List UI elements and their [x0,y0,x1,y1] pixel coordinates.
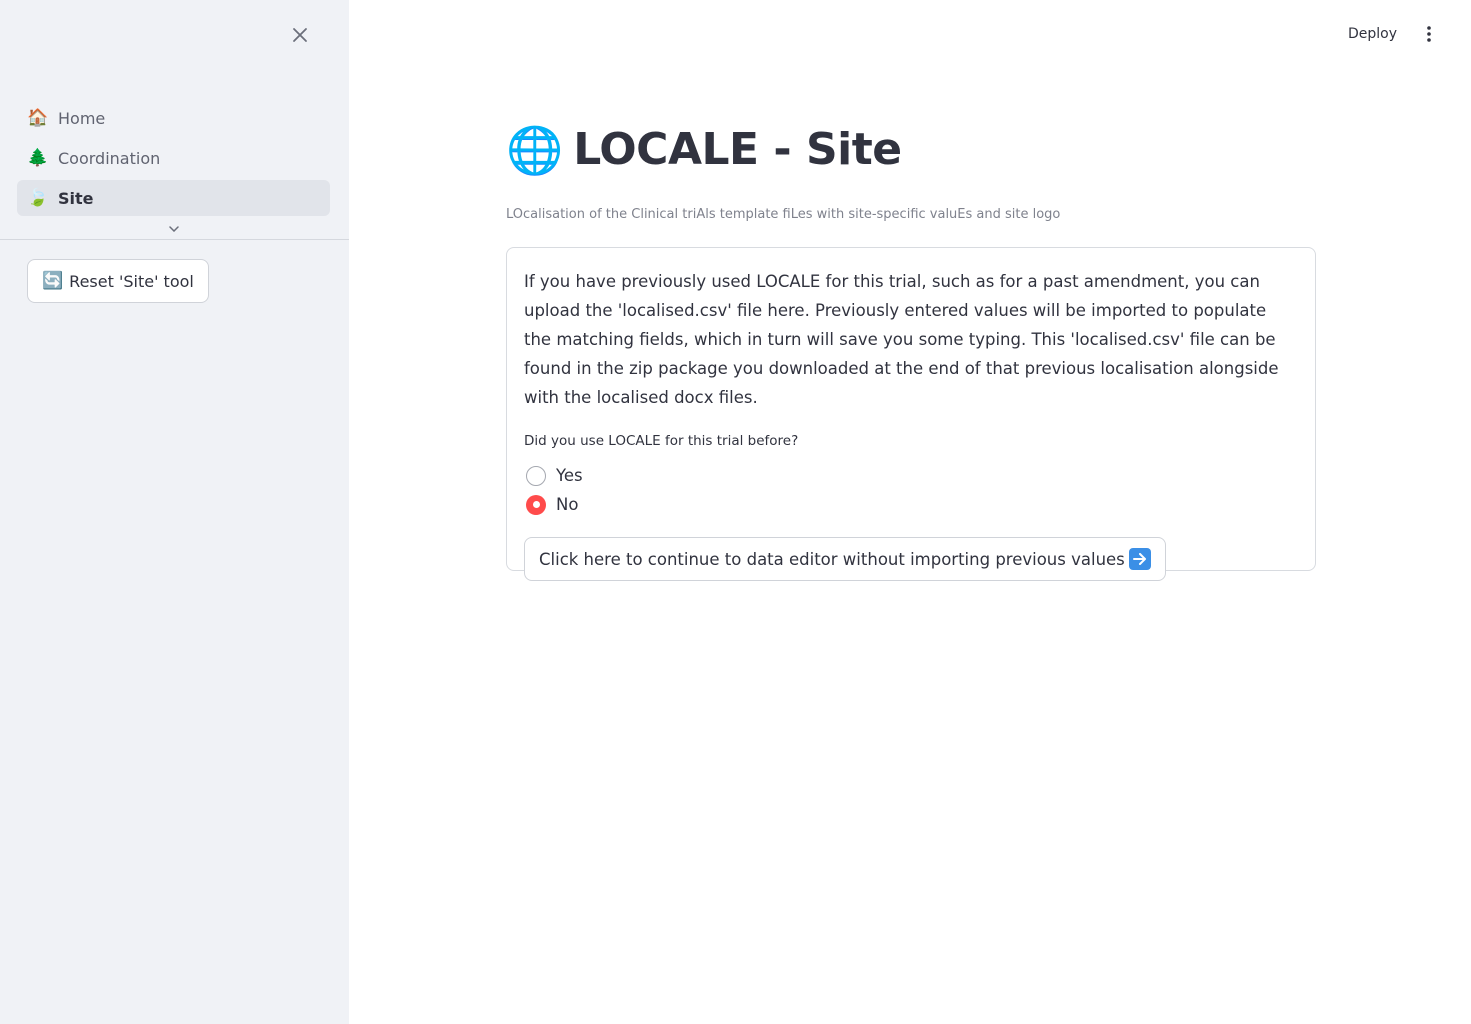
refresh-icon: 🔄 [42,271,64,291]
sidebar: 🏠 Home 🌲 Coordination 🍃 Site 🔄 Reset 'Si… [0,0,349,1024]
app-root: 🏠 Home 🌲 Coordination 🍃 Site 🔄 Reset 'Si… [0,0,1471,1024]
globe-icon: 🌐 [506,122,564,177]
radio-option-label: Yes [556,466,583,485]
leaf-icon: 🍃 [27,188,49,208]
sidebar-item-label: Site [58,188,94,208]
sidebar-nav: 🏠 Home 🌲 Coordination 🍃 Site [17,100,330,220]
page-title-row: 🌐 LOCALE - Site [506,124,902,175]
radio-option-no[interactable]: No [524,490,1298,519]
deploy-label: Deploy [1348,26,1398,42]
sidebar-item-coordination[interactable]: 🌲 Coordination [17,140,330,176]
sidebar-item-label: Home [58,108,106,128]
nav-expand-button[interactable] [166,222,182,236]
close-sidebar-button[interactable] [286,21,314,49]
intro-text: If you have previously used LOCALE for t… [524,272,1279,407]
kebab-menu-icon [1427,26,1431,42]
radio-checked-icon [526,494,546,515]
radio-question: Did you use LOCALE for this trial before… [524,433,799,449]
tree-icon: 🌲 [27,148,49,168]
sidebar-item-home[interactable]: 🏠 Home [17,100,330,136]
continue-without-import-button[interactable]: Click here to continue to data editor wi… [524,537,1166,581]
reset-button-label: Reset 'Site' tool [69,271,194,291]
deploy-button[interactable]: Deploy [1334,20,1411,48]
continue-button-label: Click here to continue to data editor wi… [539,549,1125,569]
radio-unchecked-icon [526,465,546,486]
house-icon: 🏠 [27,108,49,128]
sidebar-divider [0,239,349,240]
chevron-down-icon [169,226,179,232]
radio-option-yes[interactable]: Yes [524,461,1298,490]
radio-option-label: No [556,495,579,514]
arrow-right-icon [1128,548,1151,570]
page-caption: LOcalisation of the Clinical triAls temp… [506,207,1061,222]
reset-site-tool-button[interactable]: 🔄 Reset 'Site' tool [27,259,209,303]
import-card: If you have previously used LOCALE for t… [506,247,1316,581]
close-icon [293,28,307,42]
used-before-radio-group: Yes No [524,461,1298,519]
page-title: LOCALE - Site [573,124,902,175]
main-menu-button[interactable] [1418,20,1440,48]
sidebar-item-label: Coordination [58,148,161,168]
sidebar-item-site[interactable]: 🍃 Site [17,180,330,216]
